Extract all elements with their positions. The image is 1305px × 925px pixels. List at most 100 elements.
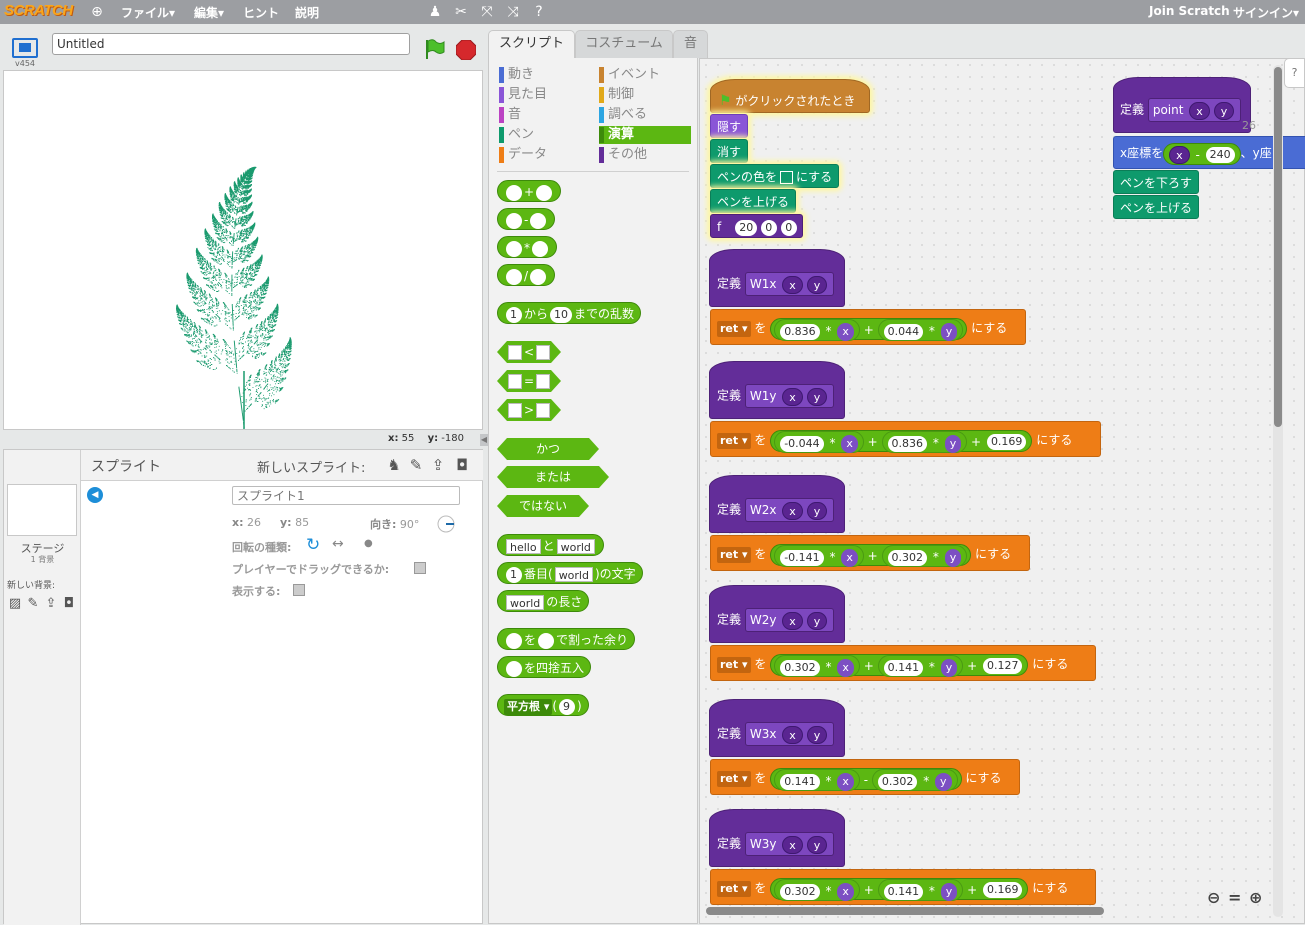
collapse-stage-arrow-icon[interactable]: ◀ bbox=[480, 434, 488, 446]
point-arg-y[interactable]: y bbox=[1213, 101, 1235, 120]
gt-slot-a[interactable] bbox=[508, 403, 522, 418]
and-block[interactable]: かつ bbox=[497, 438, 599, 460]
greater-than-block[interactable]: > bbox=[497, 399, 561, 421]
define-arg-y[interactable]: y bbox=[806, 835, 828, 854]
mod-slot-b[interactable] bbox=[538, 632, 555, 649]
letter-of-block[interactable]: 1 番目(world)の文字 bbox=[497, 562, 643, 584]
coef-a[interactable]: 0.836 bbox=[780, 323, 820, 340]
define-arg-x[interactable]: x bbox=[782, 387, 803, 406]
define-arg-y[interactable]: y bbox=[806, 725, 828, 744]
random-block[interactable]: 1 から 10 までの乱数 bbox=[497, 302, 642, 324]
set-pen-color-block[interactable]: ペンの色を にする bbox=[710, 164, 840, 188]
pen-up-block-2[interactable]: ペンを上げる bbox=[1113, 195, 1200, 219]
coef-b[interactable]: 0.141 bbox=[883, 659, 924, 676]
dont-rotate-icon[interactable]: ● bbox=[364, 538, 373, 549]
about-menu[interactable]: 説明 bbox=[295, 4, 319, 21]
define-arg-y[interactable]: y bbox=[806, 275, 828, 294]
scratch-logo[interactable]: SCRATCH bbox=[4, 2, 73, 22]
shrink-icon[interactable]: ⤨ bbox=[504, 3, 522, 21]
stage-canvas[interactable] bbox=[3, 70, 483, 430]
mod-slot-a[interactable] bbox=[506, 632, 522, 649]
letter-index-slot[interactable]: 1 bbox=[506, 566, 522, 583]
define-arg-x[interactable]: x bbox=[782, 275, 803, 294]
horizontal-scrollbar[interactable] bbox=[706, 907, 1104, 915]
backdrop-library-icon[interactable]: ▨ bbox=[6, 595, 24, 613]
left-right-icon[interactable]: ↔ bbox=[332, 536, 344, 552]
ret-variable-dropdown[interactable]: ret ▾ bbox=[717, 320, 751, 337]
set-ret-block[interactable]: ret ▾ を 0.302 * x + 0.141 * y + 0.169 にす… bbox=[710, 869, 1096, 905]
define-arg-y[interactable]: y bbox=[806, 387, 828, 406]
sub-slot-b[interactable] bbox=[530, 212, 547, 229]
category-looks[interactable]: 見た目 bbox=[499, 86, 589, 104]
coef-a[interactable]: 0.302 bbox=[780, 883, 820, 900]
f-arg-2[interactable]: 0 bbox=[761, 219, 778, 236]
not-block[interactable]: ではない bbox=[497, 495, 589, 517]
set-x-expression[interactable]: x - 240 bbox=[1163, 142, 1241, 165]
join-slot-b[interactable]: world bbox=[556, 539, 595, 554]
hint-menu[interactable]: ヒント bbox=[243, 4, 279, 21]
round-block[interactable]: を四捨五入 bbox=[497, 656, 592, 678]
set-ret-block[interactable]: ret ▾ を -0.141 * x + 0.302 * y にする bbox=[710, 535, 1030, 571]
clear-block[interactable]: 消す bbox=[710, 139, 749, 163]
length-string-slot[interactable]: world bbox=[506, 595, 545, 610]
zoom-in-icon[interactable]: ⊕ bbox=[1249, 888, 1262, 907]
paint-backdrop-icon[interactable]: ✎ bbox=[24, 595, 42, 613]
duplicate-stamp-icon[interactable]: ♟ bbox=[426, 3, 444, 21]
eq-slot-b[interactable] bbox=[536, 374, 550, 389]
random-to-slot[interactable]: 10 bbox=[550, 306, 573, 323]
tab-costumes[interactable]: コスチューム bbox=[575, 30, 673, 58]
math-arg-slot[interactable]: 9 bbox=[559, 698, 576, 715]
camera-sprite-icon[interactable]: ◘ bbox=[453, 456, 471, 474]
less-than-block[interactable]: < bbox=[497, 341, 561, 363]
eq-slot-a[interactable] bbox=[508, 374, 522, 389]
language-globe-icon[interactable]: ⊕ bbox=[88, 3, 106, 21]
zoom-out-icon[interactable]: ⊖ bbox=[1207, 888, 1220, 907]
define-block[interactable]: 定義 W3y xy bbox=[709, 809, 845, 867]
round-slot[interactable] bbox=[506, 660, 522, 677]
draggable-checkbox[interactable] bbox=[414, 562, 426, 574]
coef-a[interactable]: 0.302 bbox=[780, 659, 820, 676]
div-slot-a[interactable] bbox=[506, 268, 522, 285]
random-from-slot[interactable]: 1 bbox=[506, 306, 522, 323]
pen-color-swatch[interactable] bbox=[780, 171, 794, 184]
ret-variable-dropdown[interactable]: ret ▾ bbox=[717, 656, 751, 673]
coef-a[interactable]: -0.141 bbox=[780, 549, 824, 566]
paint-sprite-icon[interactable]: ✎ bbox=[407, 456, 425, 474]
define-block[interactable]: 定義 W2y xy bbox=[709, 585, 845, 643]
ret-expression[interactable]: 0.302 * x + 0.141 * y + 0.169 bbox=[770, 877, 1029, 901]
define-arg-y[interactable]: y bbox=[806, 611, 828, 630]
join-block[interactable]: hello と world bbox=[497, 534, 604, 556]
add-slot-b[interactable] bbox=[536, 184, 553, 201]
help-question-icon[interactable]: ? bbox=[530, 3, 548, 21]
f-arg-3[interactable]: 0 bbox=[781, 219, 798, 236]
math-function-dropdown[interactable]: 平方根 ▾ bbox=[504, 698, 553, 715]
sprite-library-icon[interactable]: ♞ bbox=[385, 456, 403, 474]
define-block[interactable]: 定義 W3x xy bbox=[709, 699, 845, 757]
pen-down-block[interactable]: ペンを下ろす bbox=[1113, 170, 1200, 194]
define-block[interactable]: 定義 W2x xy bbox=[709, 475, 845, 533]
coef-b[interactable]: 0.141 bbox=[883, 883, 924, 900]
or-block[interactable]: または bbox=[497, 466, 609, 488]
scripts-area[interactable]: ⚑ がクリックされたとき 隠す 消す ペンの色を にする ペンを上げる f 20 0 0… bbox=[699, 58, 1305, 924]
ret-expression[interactable]: 0.302 * x + 0.141 * y + 0.127 bbox=[770, 653, 1029, 677]
ret-expression[interactable]: -0.141 * x + 0.302 * y bbox=[770, 543, 972, 567]
coef-b[interactable]: 0.044 bbox=[883, 323, 924, 340]
rotate-all-around-icon[interactable]: ↻ bbox=[306, 535, 320, 555]
divide-block[interactable]: / bbox=[497, 264, 556, 286]
lt-slot-b[interactable] bbox=[536, 345, 550, 360]
coef-c[interactable]: 0.169 bbox=[986, 434, 1027, 450]
f-arg-1[interactable]: 20 bbox=[735, 219, 758, 236]
coef-a[interactable]: -0.044 bbox=[780, 435, 824, 452]
category-operators[interactable]: 演算 bbox=[599, 126, 691, 144]
ret-expression[interactable]: 0.141 * x - 0.302 * y bbox=[770, 767, 962, 791]
call-f-block[interactable]: f 20 0 0 bbox=[710, 214, 804, 238]
help-tab-icon[interactable]: ? bbox=[1284, 58, 1305, 88]
tab-scripts[interactable]: スクリプト bbox=[488, 30, 575, 58]
equals-block[interactable]: = bbox=[497, 370, 561, 392]
define-arg-x[interactable]: x bbox=[782, 835, 803, 854]
upload-backdrop-icon[interactable]: ⇪ bbox=[42, 595, 60, 613]
sprite-name-field[interactable] bbox=[232, 486, 460, 505]
ret-expression[interactable]: -0.044 * x + 0.836 * y + 0.169 bbox=[770, 429, 1033, 453]
show-checkbox[interactable] bbox=[293, 584, 305, 596]
mul-slot-a[interactable] bbox=[506, 240, 522, 257]
